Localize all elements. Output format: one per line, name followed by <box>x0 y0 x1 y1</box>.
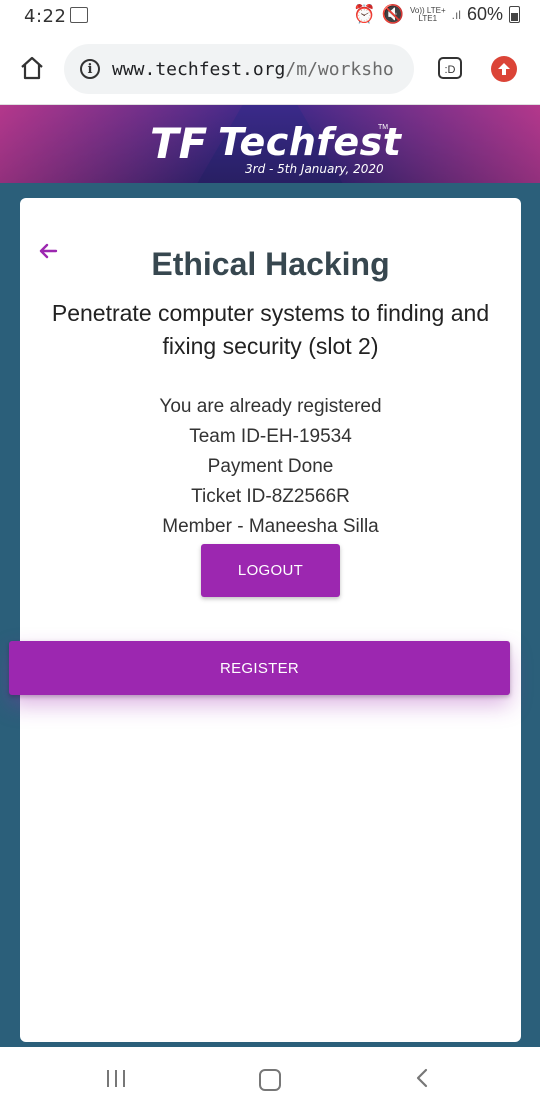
alarm-icon: ⏰ <box>353 4 376 24</box>
recents-icon[interactable] <box>107 1070 125 1087</box>
status-time: 4:22 <box>24 6 67 27</box>
signal-icon: .ıl <box>451 7 461 22</box>
battery-percent: 60% <box>466 4 503 24</box>
status-icons: ⏰ 🔇 Vo)) LTE+ LTE1 .ıl 60% <box>353 4 520 25</box>
workshop-subtitle: Penetrate computer systems to finding an… <box>51 300 490 359</box>
tab-switcher-button[interactable]: :D <box>438 57 462 79</box>
payment-status: Payment Done <box>207 456 334 477</box>
register-button[interactable]: REGISTER <box>9 641 510 695</box>
logout-button[interactable]: LOGOUT <box>201 544 340 597</box>
url-path: /m/worksho <box>285 58 394 80</box>
techfest-logo-text: Techfest <box>218 120 402 164</box>
home-icon[interactable] <box>18 54 46 82</box>
navigation-bar <box>0 1047 540 1110</box>
url-text[interactable]: www.techfest.org/m/worksho <box>112 59 402 80</box>
techfest-logo-mark: TF <box>150 119 208 168</box>
network-bottom-label: LTE1 <box>418 13 438 23</box>
network-indicator: Vo)) LTE+ LTE1 <box>410 6 446 23</box>
status-bar: 4:22 ⏰ 🔇 Vo)) LTE+ LTE1 .ıl 60% <box>0 0 540 34</box>
address-bar[interactable]: i www.techfest.org/m/worksho <box>64 44 414 94</box>
mute-icon: 🔇 <box>381 4 404 24</box>
workshop-title: Ethical Hacking <box>151 246 390 282</box>
back-nav-icon[interactable] <box>412 1067 434 1089</box>
ticket-id: Ticket ID-8Z2566R <box>191 486 350 507</box>
registered-status: You are already registered <box>159 396 382 417</box>
event-dates: 3rd - 5th January, 2020 <box>245 162 384 176</box>
battery-icon <box>509 6 520 23</box>
url-host: www.techfest.org <box>112 58 286 80</box>
update-button[interactable] <box>491 56 517 82</box>
registration-info: You are already registered Team ID-EH-19… <box>20 392 521 542</box>
browser-toolbar: i www.techfest.org/m/worksho :D <box>0 34 540 105</box>
wifi-icon <box>70 7 88 23</box>
team-id: Team ID-EH-19534 <box>189 426 352 447</box>
home-nav-icon[interactable] <box>259 1069 281 1091</box>
arrow-up-icon <box>498 63 510 75</box>
techfest-banner: TF Techfest TM 3rd - 5th January, 2020 <box>0 105 540 183</box>
member-name: Member - Maneesha Silla <box>162 516 379 537</box>
info-icon[interactable]: i <box>80 59 100 79</box>
trademark-label: TM <box>378 124 389 131</box>
